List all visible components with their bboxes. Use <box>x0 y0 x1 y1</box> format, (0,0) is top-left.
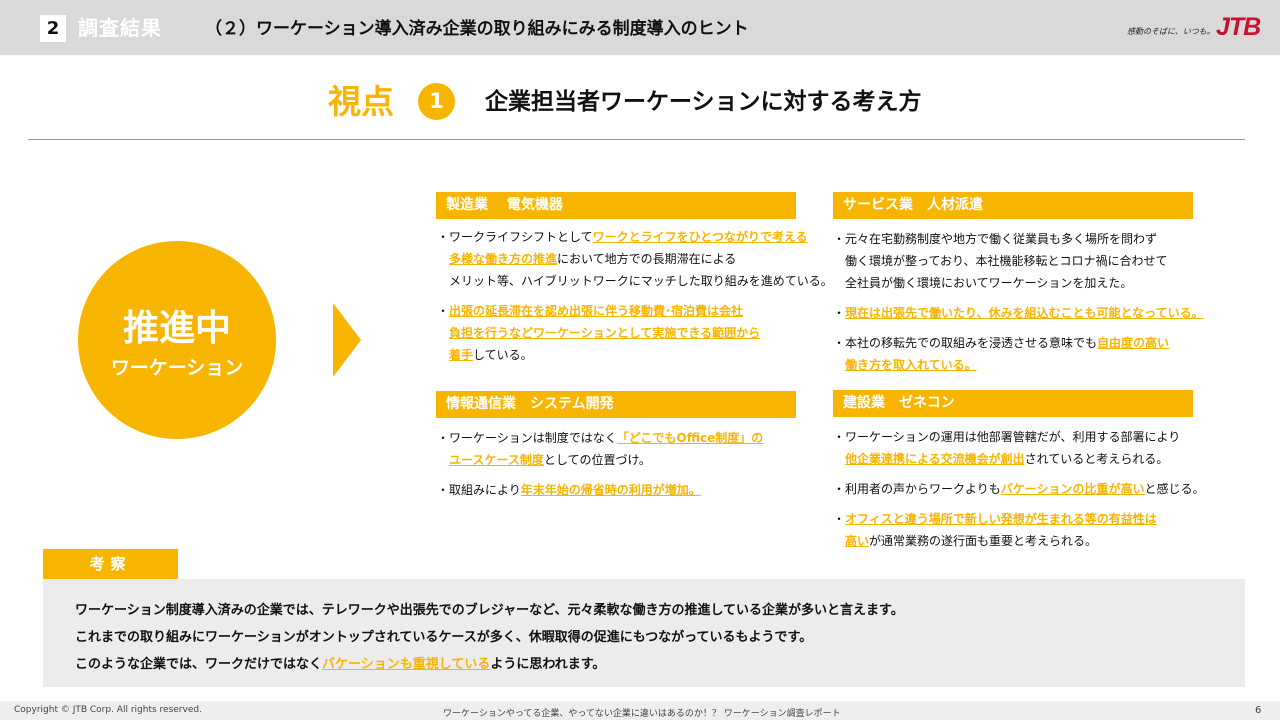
text-line: 働き方を取入れている。 <box>833 354 1233 376</box>
text-line: 働く環境が整っており、本社機能移転とコロナ禍に合わせて <box>833 250 1233 272</box>
text-line: ・現在は出張先で働いたり、休みを組込むことも可能となっている。 <box>833 302 1233 324</box>
text-line: 他企業連携による交流機会が創出されていると考えられる。 <box>833 448 1233 470</box>
body-text: ・ワーケーションは制度ではなく <box>437 431 617 445</box>
highlight-text: ワークとライフをひとつながりで考える <box>592 230 808 244</box>
highlight-text: オフィスと違う場所で新しい発想が生まれる等の有益性は <box>845 512 1157 526</box>
status-main-text: 推進中 <box>122 308 231 349</box>
status-circle: 推進中 ワーケーション <box>78 241 276 439</box>
footer: Copyright © JTB Corp. All rights reserve… <box>0 701 1280 720</box>
highlight-text: 多様な働き方の推進 <box>449 252 558 266</box>
highlight-text: 働き方を取入れている。 <box>845 358 977 372</box>
body-text <box>833 534 845 548</box>
card-service-title: サービス業 人材派遣 <box>833 192 1193 219</box>
page-number: 6 <box>1255 705 1262 716</box>
body-text: ・利用者の声からワークよりも <box>833 482 1001 496</box>
body-text: ・取組みにより <box>437 483 521 497</box>
body-text: ・ワーケーションの運用は他部署管轄だが、利用する部署により <box>833 430 1181 444</box>
kosatsu-text: ワーケーション制度導入済みの企業では、テレワークや出張先でのブレジャーなど、元々… <box>43 579 1245 687</box>
highlight-text: 他企業連携による交流機会が創出 <box>845 452 1025 466</box>
body-text: している。 <box>473 348 533 362</box>
body-text: ・ワークライフシフトとして <box>437 230 593 244</box>
viewpoint-label: 視点 <box>328 82 394 121</box>
body-text: ワーケーション制度導入済みの企業では、テレワークや出張先でのブレジャーなど、元々… <box>75 603 904 618</box>
body-text: ・本社の移転先での取組みを浸透させる意味でも <box>833 336 1098 350</box>
text-line: ワーケーション制度導入済みの企業では、テレワークや出張先でのブレジャーなど、元々… <box>75 597 1245 624</box>
text-line: ・元々在宅勤務制度や地方で働く従業員も多く場所を問わず <box>833 228 1233 250</box>
body-text: これまでの取り組みにワーケーションがオントップされているケースが多く、休暇取得の… <box>75 630 813 645</box>
kosatsu-label: 考察 <box>43 549 178 579</box>
highlight-text: ユースケース制度 <box>449 453 544 467</box>
card-ict-title: 情報通信業 システム開発 <box>436 391 796 418</box>
text-line: ・ワーケーションは制度ではなく「どこでもOffice制度」の <box>437 427 807 449</box>
highlight-text: 現在は出張先で働いたり、休みを組込むことも可能となっている。 <box>845 306 1204 320</box>
copyright: Copyright © JTB Corp. All rights reserve… <box>14 705 202 715</box>
body-text: 全社員が働く環境においてワーケーションを加えた。 <box>833 276 1133 290</box>
highlight-text: 出張の延長滞在を認め出張に伴う移動費･宿泊費は会社 <box>449 304 744 318</box>
divider <box>28 139 1245 140</box>
section-number: 2 <box>40 15 66 42</box>
page-subtitle: （２）ワーケーション導入済み企業の取り組みにみる制度導入のヒント <box>205 19 749 39</box>
highlight-text: 「どこでもOffice制度」の <box>616 431 764 445</box>
body-text: ・ <box>833 306 846 320</box>
viewpoint-heading: 企業担当者ワーケーションに対する考え方 <box>485 89 922 115</box>
body-text: において地方での長期滞在による <box>557 252 737 266</box>
highlight-text: 負担を行うなどワーケーションとして実施できる範囲から <box>449 326 761 340</box>
highlight-text: 自由度の高い <box>1097 336 1170 350</box>
card-construction-body: ・ワーケーションの運用は他部署管轄だが、利用する部署により 他企業連携による交流… <box>833 426 1233 552</box>
body-text: されていると考えられる。 <box>1024 452 1169 466</box>
body-text: ように思われます。 <box>490 657 606 672</box>
text-line: このような企業では、ワークだけではなくバケーションも重視しているように思われます… <box>75 651 1245 678</box>
section-title: 調査結果 <box>78 16 162 40</box>
text-line: ・取組みにより年末年始の帰省時の利用が増加。 <box>437 479 807 501</box>
text-line: 多様な働き方の推進において地方での長期滞在による <box>437 248 807 270</box>
body-text <box>437 348 449 362</box>
card-ict-body: ・ワーケーションは制度ではなく「どこでもOffice制度」の ユースケース制度と… <box>437 427 807 501</box>
highlight-text: バケーションの比重が高い <box>1000 482 1145 496</box>
highlight-text: 着手 <box>449 348 474 362</box>
body-text: としての位置づけ。 <box>543 453 651 467</box>
text-line: 負担を行うなどワーケーションとして実施できる範囲から <box>437 322 807 344</box>
text-line: ・ワークライフシフトとしてワークとライフをひとつながりで考える <box>437 226 807 248</box>
text-line: 全社員が働く環境においてワーケーションを加えた。 <box>833 272 1233 294</box>
logo-tagline: 感動のそばに、いつも。 <box>1127 27 1215 36</box>
body-text <box>833 358 845 372</box>
body-text: 働く環境が整っており、本社機能移転とコロナ禍に合わせて <box>833 254 1168 268</box>
body-text: メリット等、ハイブリットワークにマッチした取り組みを進めている。 <box>437 274 833 288</box>
body-text: ・元々在宅勤務制度や地方で働く従業員も多く場所を問わず <box>833 232 1158 246</box>
body-text <box>437 326 449 340</box>
body-text: ・ <box>437 304 450 318</box>
body-text <box>833 452 845 466</box>
card-manufacturing-body: ・ワークライフシフトとしてワークとライフをひとつながりで考える 多様な働き方の推… <box>437 226 833 366</box>
card-service-body: ・元々在宅勤務制度や地方で働く従業員も多く場所を問わず 働く環境が整っており、本… <box>833 228 1233 376</box>
text-line: ・オフィスと違う場所で新しい発想が生まれる等の有益性は <box>833 508 1233 530</box>
card-manufacturing-title: 製造業 電気機器 <box>436 192 796 219</box>
status-sub-text: ワーケーション <box>110 357 244 379</box>
right-arrow-icon <box>333 303 361 377</box>
text-line: ・利用者の声からワークよりもバケーションの比重が高いと感じる。 <box>833 478 1233 500</box>
body-text <box>437 453 449 467</box>
header-bar: 2 調査結果 （２）ワーケーション導入済み企業の取り組みにみる制度導入のヒント … <box>0 0 1280 55</box>
text-line: メリット等、ハイブリットワークにマッチした取り組みを進めている。 <box>437 270 833 292</box>
body-text: このような企業では、ワークだけではなく <box>75 657 323 672</box>
viewpoint-number-badge: 1 <box>418 83 455 120</box>
text-line: ユースケース制度としての位置づけ。 <box>437 449 807 471</box>
body-text: が通常業務の遂行面も重要と考えられる。 <box>869 534 1098 548</box>
text-line: これまでの取り組みにワーケーションがオントップされているケースが多く、休暇取得の… <box>75 624 1245 651</box>
highlight-text: 高い <box>845 534 870 548</box>
text-line: 着手している。 <box>437 344 807 366</box>
report-title: ワーケーションやってる企業、やってない企業に違いはあるのか！？ ワーケーション調… <box>443 709 841 719</box>
jtb-logo: JTB <box>1216 13 1261 41</box>
text-line: ・ワーケーションの運用は他部署管轄だが、利用する部署により <box>833 426 1233 448</box>
card-construction-title: 建設業 ゼネコン <box>833 390 1193 417</box>
highlight-text: バケーションも重視している <box>322 657 491 672</box>
highlight-text: 年末年始の帰省時の利用が増加。 <box>520 483 701 497</box>
text-line: ・本社の移転先での取組みを浸透させる意味でも自由度の高い <box>833 332 1233 354</box>
body-text: ・ <box>833 512 846 526</box>
body-text: と感じる。 <box>1144 482 1205 496</box>
text-line: 高いが通常業務の遂行面も重要と考えられる。 <box>833 530 1233 552</box>
body-text <box>437 252 449 266</box>
text-line: ・出張の延長滞在を認め出張に伴う移動費･宿泊費は会社 <box>437 300 807 322</box>
